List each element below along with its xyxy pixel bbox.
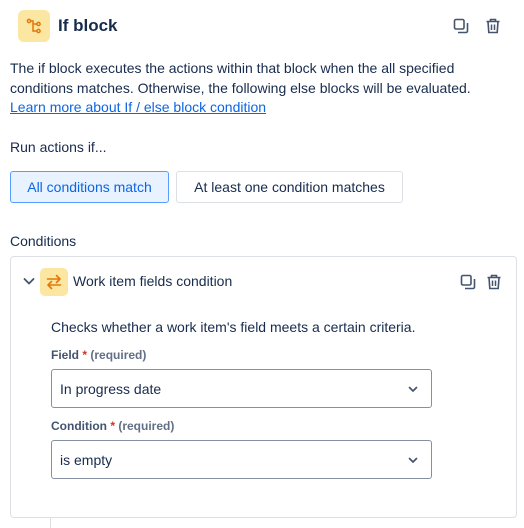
learn-more-link[interactable]: Learn more about If / else block conditi… [10,99,266,115]
field-label-text: Field [51,348,80,362]
page-title: If block [58,16,118,35]
run-actions-label: Run actions if... [10,139,107,155]
condition-label: Condition * (required) [51,419,174,433]
branch-icon [18,10,50,42]
delete-icon[interactable] [482,15,504,37]
duplicate-icon[interactable] [457,271,479,293]
required-marker: * [82,348,88,362]
condition-description: Checks whether a work item's field meets… [51,319,416,335]
chevron-down-icon[interactable] [21,273,37,289]
condition-label-text: Condition [51,419,107,433]
at-least-one-condition-option[interactable]: At least one condition matches [176,171,403,203]
field-select[interactable]: In progress date [51,369,432,408]
duplicate-icon[interactable] [450,15,472,37]
connector-line [50,518,51,528]
condition-select[interactable]: is empty [51,440,432,479]
field-label: Field * (required) [51,348,146,362]
swap-arrows-icon [40,268,68,296]
required-marker: * [110,419,115,433]
description-text: The if block executes the actions within… [10,60,471,96]
conditions-label: Conditions [10,233,77,249]
chevron-down-icon [408,457,418,463]
if-block-description: The if block executes the actions within… [10,59,490,118]
required-text: (required) [90,348,147,362]
condition-title: Work item fields condition [73,273,233,289]
condition-select-value: is empty [60,451,113,468]
all-conditions-match-option[interactable]: All conditions match [10,171,169,203]
required-text: (required) [118,419,175,433]
field-select-value: In progress date [60,380,162,397]
if-block-header: If block [18,10,514,42]
delete-icon[interactable] [483,271,505,293]
chevron-down-icon [408,386,418,392]
